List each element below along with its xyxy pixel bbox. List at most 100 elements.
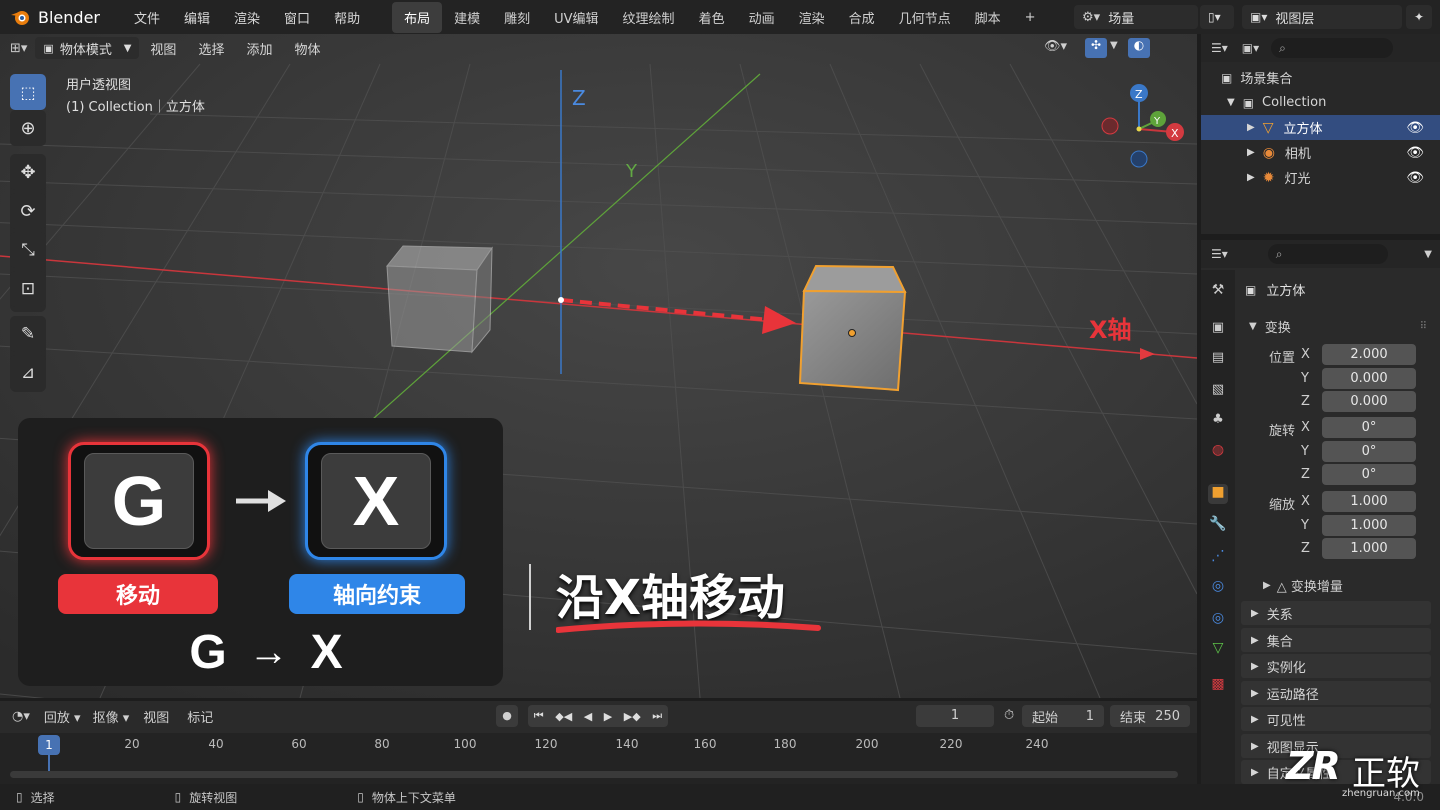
chevron-down-icon[interactable]: ▼ [1424, 249, 1432, 260]
tab-shading[interactable]: 着色 [687, 2, 737, 33]
eye-icon[interactable]: 👁 [1406, 145, 1424, 161]
editor-type-button[interactable]: ⊞▾ [10, 41, 27, 56]
end-frame-field[interactable]: 结束 250 [1110, 705, 1190, 727]
menu-edit[interactable]: 编辑 [172, 8, 222, 27]
select-box-tool[interactable]: ⬚ [10, 74, 46, 110]
play-reverse-icon[interactable]: ◀ [584, 710, 592, 723]
gizmo-dropdown[interactable]: ▼ [1110, 40, 1118, 51]
jump-end-icon[interactable]: ⏭ [652, 709, 662, 723]
overlay-toggle-button[interactable]: ◐ [1128, 38, 1150, 58]
location-z-field[interactable]: 0.000 [1322, 391, 1416, 412]
timeline-view-menu[interactable]: 视图 [143, 707, 169, 726]
scene-selector[interactable]: ⚙▾ 场量 [1074, 5, 1198, 29]
panel-collections[interactable]: ▶ 集合 [1241, 628, 1431, 652]
properties-search-input[interactable]: ⌕ [1267, 244, 1388, 264]
menu-window[interactable]: 窗口 [272, 8, 322, 27]
add-workspace-button[interactable]: + [1013, 4, 1048, 31]
rotation-y-field[interactable]: 0° [1322, 441, 1416, 462]
prev-keyframe-icon[interactable]: ◆◀ [555, 710, 572, 723]
timeline-editor-button[interactable]: ◔▾ [12, 709, 30, 724]
constraints-tab[interactable]: ◎ [1208, 610, 1228, 630]
rotate-tool[interactable]: ⟳ [10, 193, 46, 229]
panel-instancing[interactable]: ▶ 实例化 [1241, 654, 1431, 678]
transform-tool[interactable]: ⊡ [10, 271, 46, 307]
rotation-x-field[interactable]: 0° [1322, 417, 1416, 438]
measure-tool[interactable]: ⊿ [10, 355, 46, 391]
eye-icon[interactable]: 👁 [1406, 170, 1424, 186]
record-button[interactable]: ● [496, 705, 518, 727]
drag-handle-icon[interactable]: ⠿ [1420, 321, 1427, 332]
current-frame-field[interactable]: 1 [916, 705, 994, 727]
visibility-filter-button[interactable]: 👁▾ [1044, 39, 1067, 54]
annotate-tool[interactable]: ✎ [10, 316, 46, 352]
tab-texture-paint[interactable]: 纹理绘制 [611, 2, 687, 33]
viewport-menu-add[interactable]: 添加 [235, 39, 283, 58]
blender-logo[interactable]: Blender [0, 7, 110, 27]
playback-menu[interactable]: 回放 ▾ [44, 707, 81, 726]
transform-panel-header[interactable]: ▼ 变换 ⠿ [1241, 316, 1431, 336]
outliner-scene-collection[interactable]: ▣ 场景集合 [1201, 65, 1440, 90]
tab-layout[interactable]: 布局 [392, 1, 443, 33]
move-tool[interactable]: ✥ [10, 154, 46, 190]
outliner-item-camera[interactable]: ▶ ◉ 相机 👁 [1201, 140, 1440, 165]
cursor-tool[interactable]: ⊕ [10, 110, 46, 146]
material-tab[interactable]: ▩ [1208, 676, 1228, 696]
outliner-editor-button[interactable]: ☰▾ [1211, 41, 1228, 55]
viewport-menu-object[interactable]: 物体 [283, 39, 331, 58]
tab-compositing[interactable]: 合成 [837, 2, 887, 33]
viewport-menu-select[interactable]: 选择 [187, 39, 235, 58]
mode-selector[interactable]: ▣ 物体模式 ▼ [35, 37, 140, 59]
scale-y-field[interactable]: 1.000 [1322, 515, 1416, 536]
menu-render[interactable]: 渲染 [222, 8, 272, 27]
scale-tool[interactable]: ⤡ [10, 232, 46, 268]
menu-help[interactable]: 帮助 [322, 8, 372, 27]
data-tab[interactable]: ▽ [1208, 640, 1228, 660]
panel-visibility[interactable]: ▶ 可见性 [1241, 707, 1431, 731]
playhead[interactable]: 1 [38, 735, 60, 755]
physics-tab[interactable]: ◎ [1208, 578, 1228, 598]
stopwatch-icon[interactable]: ⏱ [1004, 708, 1014, 723]
gizmo-toggle-button[interactable]: ✣ [1085, 38, 1107, 58]
play-icon[interactable]: ▶ [604, 710, 612, 723]
3d-viewport[interactable]: Z Y X轴 Z X Y ⊞▾ ▣ 物体模式 ▼ 视图 选择 添加 物体 👁▾ [0, 34, 1197, 698]
app-name: Blender [38, 7, 100, 27]
new-scene-button[interactable]: ▯▾ [1200, 5, 1234, 29]
tool-tab[interactable]: ⚒ [1208, 282, 1228, 302]
eye-icon[interactable]: 👁 [1406, 120, 1424, 136]
location-x-field[interactable]: 2.000 [1322, 344, 1416, 365]
timeline-scrollbar[interactable] [10, 771, 1178, 778]
markers-menu[interactable]: 标记 [187, 707, 213, 726]
outliner-search-input[interactable]: ⌕ [1271, 38, 1394, 58]
start-frame-field[interactable]: 起始 1 [1022, 705, 1104, 727]
render-tab[interactable]: ▣ [1208, 320, 1228, 340]
rotation-z-field[interactable]: 0° [1322, 464, 1416, 485]
outliner-collection[interactable]: ▼ ▣ Collection [1201, 90, 1440, 115]
tab-animation[interactable]: 动画 [737, 2, 787, 33]
new-view-layer-button[interactable]: ✦ [1406, 5, 1432, 29]
next-keyframe-icon[interactable]: ▶◆ [624, 710, 641, 723]
location-y-field[interactable]: 0.000 [1322, 368, 1416, 389]
tab-scripting[interactable]: 脚本 [963, 2, 1013, 33]
properties-editor-button[interactable]: ☰▾ [1211, 247, 1228, 261]
keying-menu[interactable]: 抠像 ▾ [93, 707, 130, 726]
display-mode-button[interactable]: ▣▾ [1242, 41, 1259, 55]
viewport-menu-view[interactable]: 视图 [139, 39, 187, 58]
panel-relations[interactable]: ▶ 关系 [1241, 601, 1431, 625]
tab-sculpting[interactable]: 雕刻 [492, 2, 542, 33]
transform-icon: ⊡ [20, 279, 36, 299]
outliner-item-cube[interactable]: ▶ ▽ 立方体 👁 [1201, 115, 1440, 140]
scale-z-field[interactable]: 1.000 [1322, 538, 1416, 559]
tab-modeling[interactable]: 建模 [442, 2, 492, 33]
outliner-item-light[interactable]: ▶ ✹ 灯光 👁 [1201, 165, 1440, 190]
delta-transform-row[interactable]: ▶ △ 变换增量 [1263, 576, 1343, 595]
panel-motion-paths[interactable]: ▶ 运动路径 [1241, 681, 1431, 705]
timeline-track[interactable]: 20 40 60 80 100 120 140 160 180 200 220 240 1 [0, 733, 1197, 784]
mouse-left-icon: ▯ [16, 790, 23, 804]
tab-geometry-nodes[interactable]: 几何节点 [887, 2, 963, 33]
view-layer-selector[interactable]: ▣▾ 视图层 [1242, 5, 1402, 29]
jump-start-icon[interactable]: ⏮ [534, 709, 544, 723]
tab-rendering[interactable]: 渲染 [787, 2, 837, 33]
scale-x-field[interactable]: 1.000 [1322, 491, 1416, 512]
menu-file[interactable]: 文件 [122, 8, 172, 27]
tab-uv-editing[interactable]: UV编辑 [542, 2, 610, 33]
